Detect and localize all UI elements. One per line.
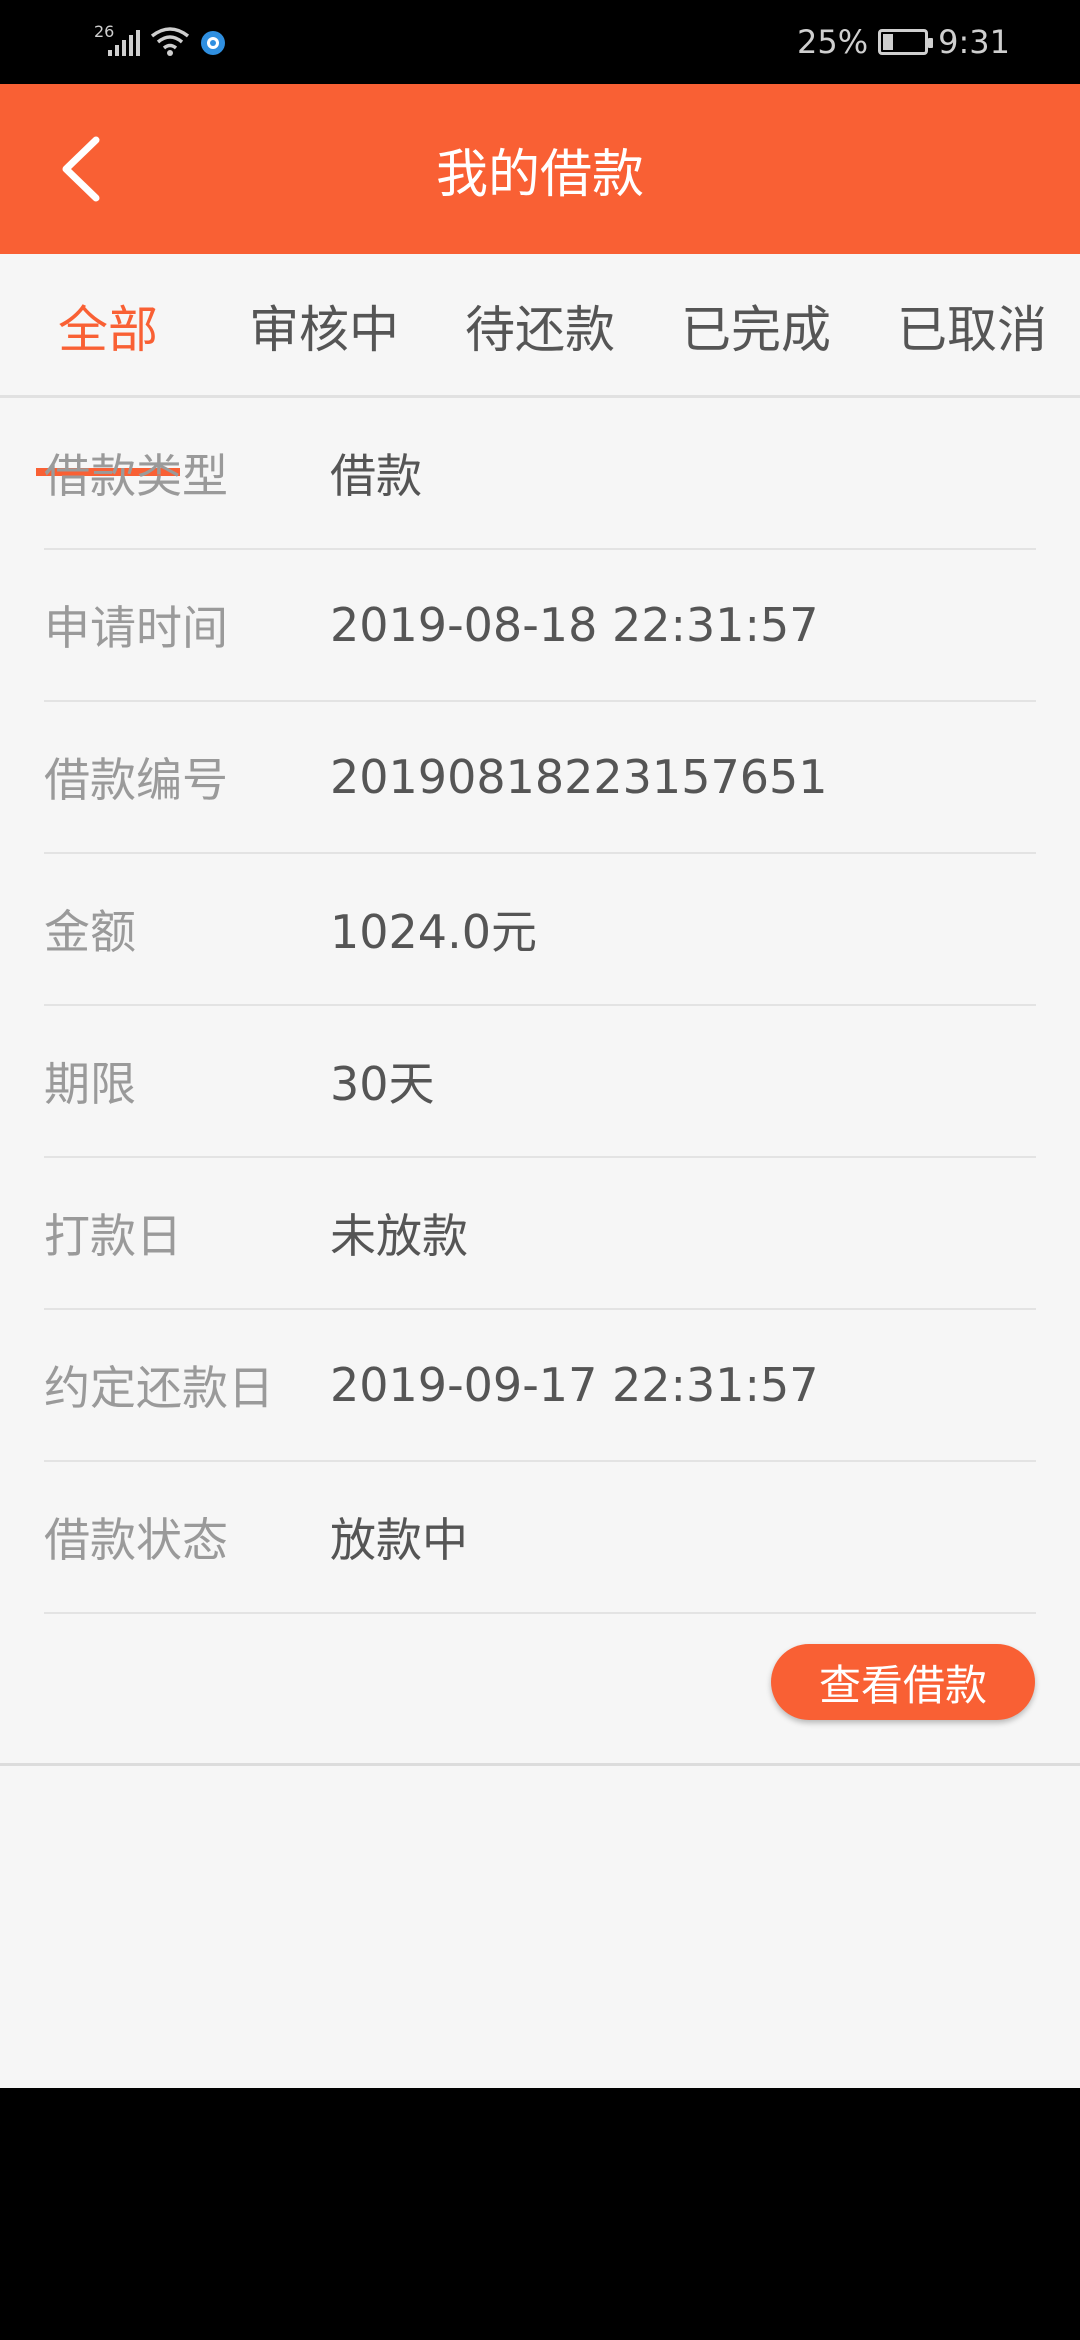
status-bar: 26 25% 9:31 (0, 0, 1080, 84)
card-divider (0, 1763, 1080, 1766)
clock: 9:31 (938, 23, 1010, 61)
row-value: 未放款 (330, 1209, 468, 1263)
amount-row: 金额 1024.0元 (44, 854, 1036, 1006)
due-date-row: 约定还款日 2019-09-17 22:31:57 (44, 1310, 1036, 1462)
tab-completed[interactable]: 已完成 (648, 254, 864, 398)
payout-date-row: 打款日 未放款 (44, 1158, 1036, 1310)
app-notification-icon (198, 26, 228, 62)
row-label: 期限 (44, 1057, 136, 1111)
loan-page: 我的借款 全部 审核中 待还款 已完成 已取消 借款类型 借款 申请时间 201… (0, 84, 1080, 2088)
tab-bar: 全部 审核中 待还款 已完成 已取消 (0, 254, 1080, 398)
tab-reviewing[interactable]: 审核中 (216, 254, 432, 398)
term-row: 期限 30天 (44, 1006, 1036, 1158)
app-header: 我的借款 (0, 84, 1080, 254)
loan-type-row: 借款类型 借款 (44, 398, 1036, 550)
row-label: 金额 (44, 905, 136, 959)
battery-percent: 25% (797, 23, 869, 61)
wifi-icon (150, 26, 190, 62)
apply-time-row: 申请时间 2019-08-18 22:31:57 (44, 550, 1036, 702)
row-label: 借款类型 (44, 449, 228, 503)
tab-cancelled[interactable]: 已取消 (864, 254, 1080, 398)
tab-all[interactable]: 全部 (0, 254, 216, 398)
tab-to-repay[interactable]: 待还款 (432, 254, 648, 398)
row-label: 申请时间 (44, 601, 228, 655)
row-label: 约定还款日 (44, 1361, 274, 1415)
system-nav-bar (0, 2088, 1080, 2340)
status-right: 25% 9:31 (797, 20, 1010, 64)
row-label: 借款状态 (44, 1513, 228, 1567)
battery-icon (878, 29, 934, 55)
row-value: 1024.0元 (330, 905, 537, 959)
row-value: 2019-08-18 22:31:57 (330, 598, 819, 652)
row-label: 借款编号 (44, 753, 228, 807)
row-value: 借款 (330, 449, 422, 503)
loan-detail-card: 借款类型 借款 申请时间 2019-08-18 22:31:57 借款编号 20… (44, 398, 1036, 1614)
row-value: 2019-09-17 22:31:57 (330, 1358, 819, 1412)
view-loan-button[interactable]: 查看借款 (771, 1644, 1035, 1720)
status-value: 放款中 (330, 1513, 468, 1567)
loan-number-row: 借款编号 20190818223157651 (44, 702, 1036, 854)
row-value: 20190818223157651 (330, 750, 828, 804)
signal-icon: 26 (94, 22, 144, 60)
page-title: 我的借款 (435, 144, 644, 205)
row-value: 30天 (330, 1057, 435, 1111)
loan-status-row: 借款状态 放款中 (44, 1462, 1036, 1614)
row-label: 打款日 (44, 1209, 182, 1263)
